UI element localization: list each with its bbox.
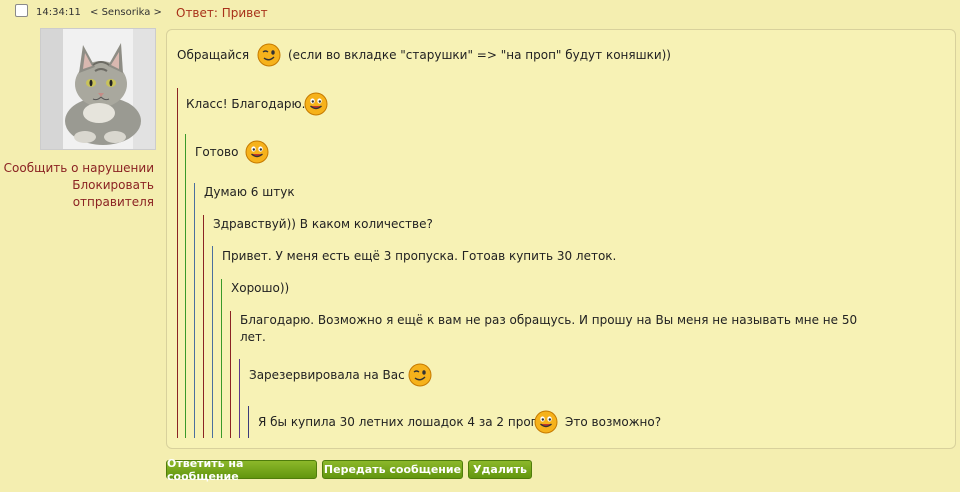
quote-line: [177, 88, 178, 438]
message-line: лет.: [240, 330, 266, 344]
quote-line: [194, 183, 195, 438]
message-line: Это возможно?: [565, 415, 662, 429]
message-line: Думаю 6 штук: [204, 185, 295, 199]
sender-actions: Сообщить о нарушении Блокировать отправи…: [4, 160, 154, 211]
sender-link[interactable]: < Sensorika >: [90, 7, 162, 18]
message-line: Хорошо)): [231, 281, 290, 295]
message-line: Благодарю. Возможно я ещё к вам не раз о…: [240, 313, 858, 327]
quote-line: [212, 246, 213, 438]
message-line: (если во вкладке "старушки" => "на проп"…: [288, 48, 671, 62]
message-line: Готово: [195, 145, 239, 159]
smile-smiley-icon: [534, 410, 558, 434]
message-subject: Ответ: Привет: [176, 6, 268, 20]
quote-line: [203, 215, 204, 438]
smile-smiley-icon: [304, 92, 328, 116]
sender-name[interactable]: Sensorika: [102, 7, 151, 18]
block-sender-link-line1[interactable]: Блокировать: [4, 177, 154, 194]
cat-photo: [41, 29, 155, 149]
forward-button[interactable]: Передать сообщение: [322, 460, 463, 479]
message-line: Здравствуй)) В каком количестве?: [213, 217, 433, 231]
select-checkbox[interactable]: [15, 4, 28, 17]
avatar[interactable]: [40, 28, 156, 150]
delete-button[interactable]: Удалить: [468, 460, 532, 479]
message-line: Класс! Благодарю.: [186, 97, 306, 111]
quote-line: [221, 279, 222, 438]
smile-smiley-icon: [245, 140, 269, 164]
message-line: Зарезервировала на Вас: [249, 368, 405, 382]
wink-smiley-icon: [408, 363, 432, 387]
quote-line: [185, 134, 186, 438]
message-line: Обращайся: [177, 48, 250, 62]
block-sender-link-line2[interactable]: отправителя: [4, 194, 154, 211]
message-time: 14:34:11: [36, 7, 81, 18]
quote-line: [248, 406, 249, 438]
message-line: Я бы купила 30 летних лошадок 4 за 2 про…: [258, 415, 546, 429]
quote-line: [230, 311, 231, 438]
quote-line: [239, 359, 240, 438]
message-line: Привет. У меня есть ещё 3 пропуска. Гото…: [222, 249, 617, 263]
message-body: Обращайся (если во вкладке "старушки" =>…: [166, 29, 956, 449]
reply-button[interactable]: Ответить на сообщение: [166, 457, 317, 483]
wink-smiley-icon: [257, 43, 281, 67]
report-violation-link[interactable]: Сообщить о нарушении: [4, 160, 154, 177]
